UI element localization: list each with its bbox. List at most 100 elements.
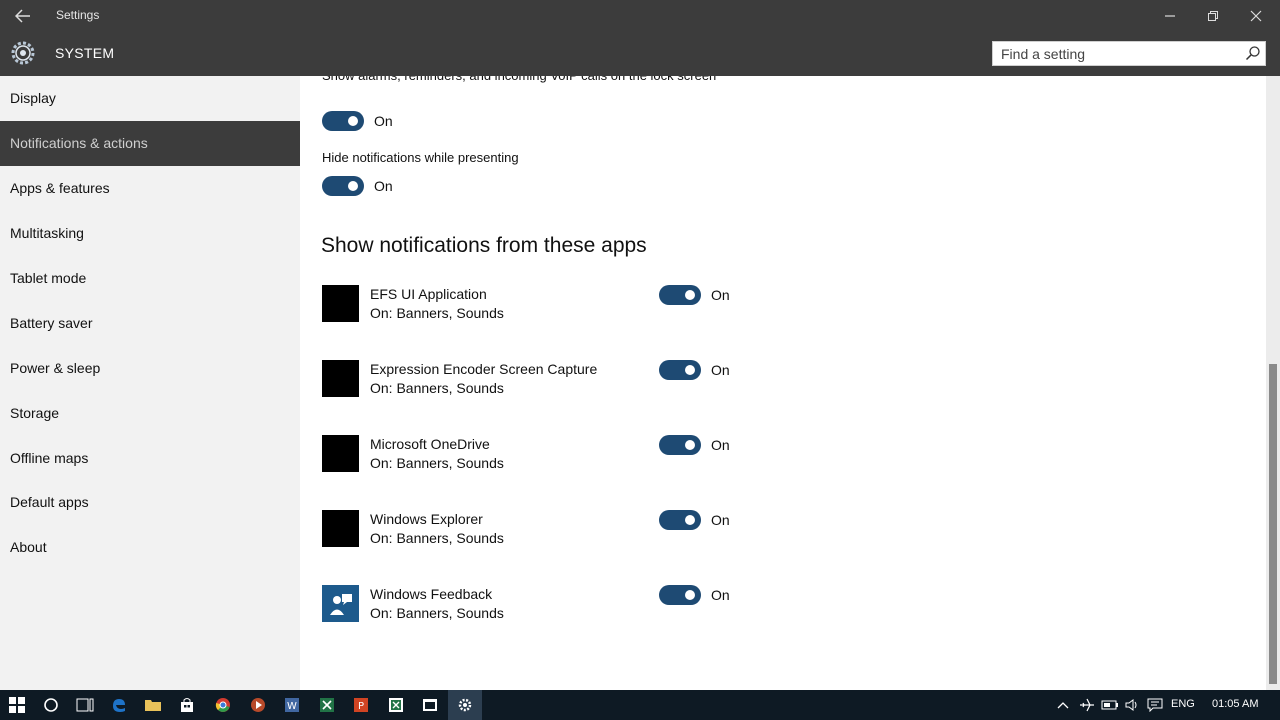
app-detail: On: Banners, Sounds xyxy=(370,605,504,621)
app-toggle-row: On xyxy=(659,585,730,605)
sidebar-item-multitasking[interactable]: Multitasking xyxy=(0,211,300,256)
minimize-icon xyxy=(1165,15,1175,17)
lock-screen-toggle-row: On xyxy=(322,111,393,131)
minimize-button[interactable] xyxy=(1155,4,1185,28)
app-toggle-row: On xyxy=(659,435,730,455)
taskbar-excel-2[interactable] xyxy=(379,690,413,720)
section-title: SYSTEM xyxy=(55,45,115,61)
taskbar-store[interactable] xyxy=(170,690,204,720)
task-view-button[interactable] xyxy=(68,690,102,720)
sidebar-item-storage[interactable]: Storage xyxy=(0,390,300,435)
app-toggle-windows-explorer[interactable] xyxy=(659,510,701,530)
taskbar-file-explorer[interactable] xyxy=(136,690,170,720)
back-button[interactable] xyxy=(10,4,36,28)
search-icon xyxy=(1245,46,1260,61)
app-detail: On: Banners, Sounds xyxy=(370,305,504,321)
sidebar-item-label: Tablet mode xyxy=(10,270,87,286)
app-name: EFS UI Application xyxy=(370,286,487,302)
toggle-state-label: On xyxy=(711,287,730,303)
black-square-icon xyxy=(322,435,359,472)
app-name: Microsoft OneDrive xyxy=(370,436,490,452)
app-toggle-efs-ui[interactable] xyxy=(659,285,701,305)
app-row-onedrive: Microsoft OneDrive On: Banners, Sounds O… xyxy=(322,435,752,473)
vertical-scrollbar[interactable] xyxy=(1266,76,1280,690)
app-detail: On: Banners, Sounds xyxy=(370,455,504,471)
app-toggle-expression-encoder[interactable] xyxy=(659,360,701,380)
lock-screen-toggle[interactable] xyxy=(322,111,364,131)
sidebar-item-label: Offline maps xyxy=(10,449,89,466)
sidebar-item-display[interactable]: Display xyxy=(0,76,300,121)
sidebar-item-tablet-mode[interactable]: Tablet mode xyxy=(0,256,300,301)
app-toggle-onedrive[interactable] xyxy=(659,435,701,455)
start-button[interactable] xyxy=(0,690,34,720)
excel-icon xyxy=(320,698,334,712)
sidebar-item-battery-saver[interactable]: Battery saver xyxy=(0,300,300,345)
back-arrow-icon xyxy=(15,9,30,23)
gear-icon xyxy=(458,698,472,712)
app-toggle-windows-feedback[interactable] xyxy=(659,585,701,605)
taskbar-word[interactable]: W xyxy=(275,690,309,720)
app-toggle-row: On xyxy=(659,285,730,305)
excel-icon xyxy=(389,698,403,712)
cortana-button[interactable] xyxy=(34,690,68,720)
battery-icon xyxy=(1101,700,1118,710)
chrome-icon xyxy=(215,698,230,712)
title-bar: Settings SYSTEM xyxy=(0,0,1280,76)
sidebar-item-label: Power & sleep xyxy=(10,359,101,376)
search-button[interactable] xyxy=(1245,45,1261,61)
sidebar-item-about[interactable]: About xyxy=(0,525,300,570)
toggle-state-label: On xyxy=(374,178,393,194)
settings-content: Show alarms, reminders, and incoming VoI… xyxy=(300,76,1266,690)
sidebar-item-offline-maps[interactable]: Offline maps xyxy=(0,435,300,480)
app-row-expression-encoder: Expression Encoder Screen Capture On: Ba… xyxy=(322,360,752,398)
search-box[interactable] xyxy=(992,41,1266,66)
svg-text:P: P xyxy=(358,701,364,712)
sidebar-item-apps-features[interactable]: Apps & features xyxy=(0,166,300,211)
presenting-toggle[interactable] xyxy=(322,176,364,196)
app-toggle-row: On xyxy=(659,360,730,380)
taskbar-chrome[interactable] xyxy=(206,690,240,720)
media-player-icon xyxy=(251,698,265,712)
sidebar-item-label: Notifications & actions xyxy=(10,135,148,152)
taskbar-excel[interactable] xyxy=(310,690,344,720)
input-language-indicator[interactable]: ENG xyxy=(1171,698,1195,710)
sidebar-item-notifications-actions[interactable]: Notifications & actions xyxy=(0,120,300,166)
taskbar-app[interactable] xyxy=(413,690,447,720)
toggle-state-label: On xyxy=(711,437,730,453)
show-hidden-icons-button[interactable] xyxy=(1050,690,1076,720)
sidebar-item-default-apps[interactable]: Default apps xyxy=(0,480,300,525)
black-square-icon xyxy=(322,510,359,547)
app-toggle-row: On xyxy=(659,510,730,530)
folder-icon xyxy=(145,700,161,711)
word-icon: W xyxy=(285,698,299,712)
presenting-toggle-row: On xyxy=(322,176,393,196)
sidebar-item-label: Apps & features xyxy=(10,180,110,197)
taskbar-settings[interactable] xyxy=(448,690,482,720)
sidebar-item-label: About xyxy=(10,539,47,556)
action-center-button[interactable] xyxy=(1142,690,1168,720)
app-detail: On: Banners, Sounds xyxy=(370,380,504,396)
sidebar-item-label: Battery saver xyxy=(10,314,93,331)
scrollbar-thumb[interactable] xyxy=(1269,364,1277,684)
taskbar-media-player[interactable] xyxy=(241,690,275,720)
black-square-icon xyxy=(322,285,359,322)
feedback-icon xyxy=(322,585,359,622)
sidebar-item-label: Default apps xyxy=(10,494,89,511)
speaker-icon xyxy=(1125,699,1137,711)
svg-text:W: W xyxy=(287,701,297,712)
black-square-icon xyxy=(322,360,359,397)
toggle-state-label: On xyxy=(711,362,730,378)
presenting-setting-label: Hide notifications while presenting xyxy=(322,150,519,165)
toggle-state-label: On xyxy=(711,512,730,528)
close-button[interactable] xyxy=(1241,4,1271,28)
taskbar: W P ENG 01:05 AM xyxy=(0,690,1280,720)
taskbar-powerpoint[interactable]: P xyxy=(344,690,378,720)
app-detail: On: Banners, Sounds xyxy=(370,530,504,546)
cortana-circle-icon xyxy=(44,698,58,712)
sidebar-item-power-sleep[interactable]: Power & sleep xyxy=(0,345,300,390)
taskbar-edge[interactable] xyxy=(102,690,136,720)
restore-button[interactable] xyxy=(1198,4,1228,28)
search-input[interactable] xyxy=(993,42,1237,65)
clock[interactable]: 01:05 AM xyxy=(1212,698,1258,710)
system-gear-icon xyxy=(8,38,38,68)
